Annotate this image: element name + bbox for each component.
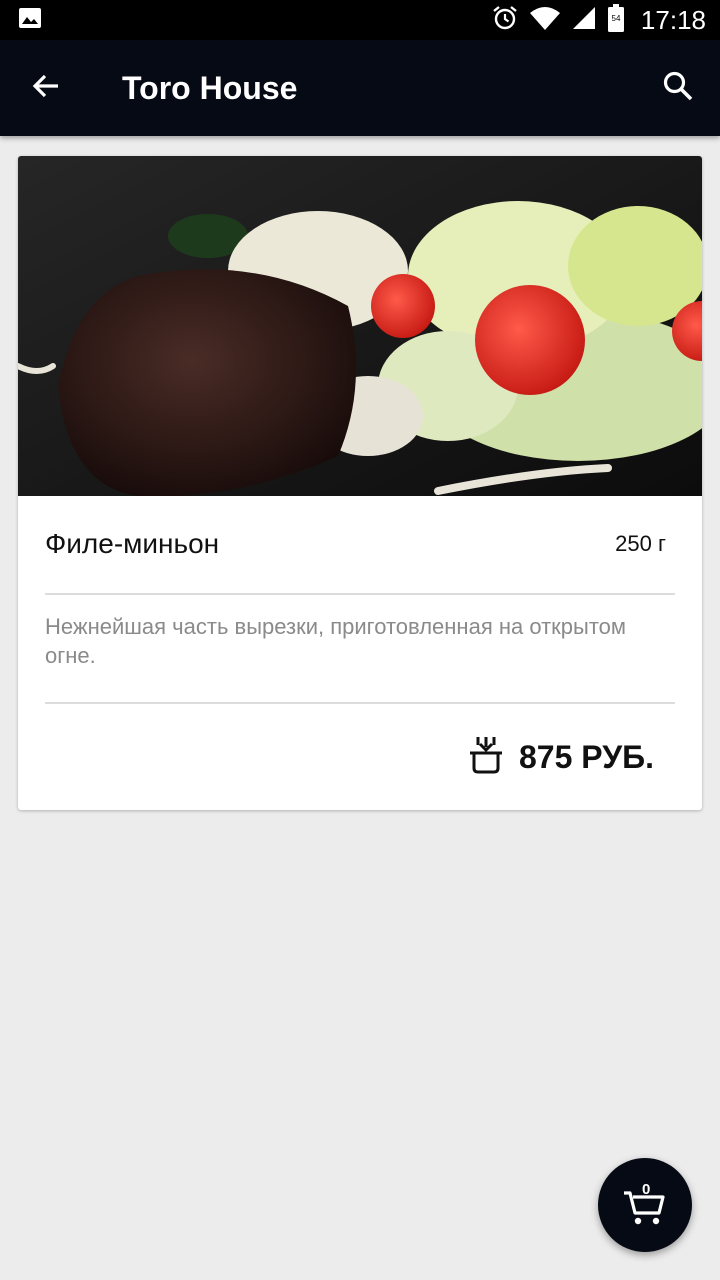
search-icon	[662, 70, 694, 107]
back-button[interactable]	[18, 60, 74, 116]
search-button[interactable]	[650, 60, 706, 116]
dish-description: Нежнейшая часть вырезки, приготовленная …	[45, 614, 627, 668]
page-title: Toro House	[122, 69, 298, 106]
status-time: 17:18	[640, 4, 706, 35]
add-to-cart-button[interactable]: 875 РУБ.	[469, 736, 654, 779]
battery-level: 54	[611, 14, 620, 23]
dish-card[interactable]: Филе-миньон 250 г Нежнейшая часть вырезк…	[18, 156, 702, 810]
dish-name: Филе-миньон	[45, 528, 220, 559]
image-icon	[18, 6, 42, 35]
arrow-back-icon	[31, 71, 61, 106]
divider	[45, 702, 675, 704]
wifi-icon	[529, 5, 561, 36]
add-to-basket-icon	[469, 736, 503, 779]
signal-icon	[571, 5, 597, 36]
divider	[45, 593, 675, 595]
dish-weight: 250 г	[615, 531, 666, 556]
dish-title-row: Филе-миньон 250 г	[45, 528, 666, 560]
alarm-icon	[491, 4, 519, 37]
app-bar: Toro House	[0, 40, 720, 136]
status-bar: 54 17:18	[0, 0, 720, 40]
battery-icon: 54	[607, 3, 625, 37]
dish-photo	[18, 156, 702, 496]
dish-price: 875 РУБ.	[519, 739, 654, 775]
cart-count: 0	[642, 1181, 651, 1198]
cart-icon	[621, 1191, 669, 1233]
cart-button[interactable]: 0	[598, 1158, 692, 1252]
